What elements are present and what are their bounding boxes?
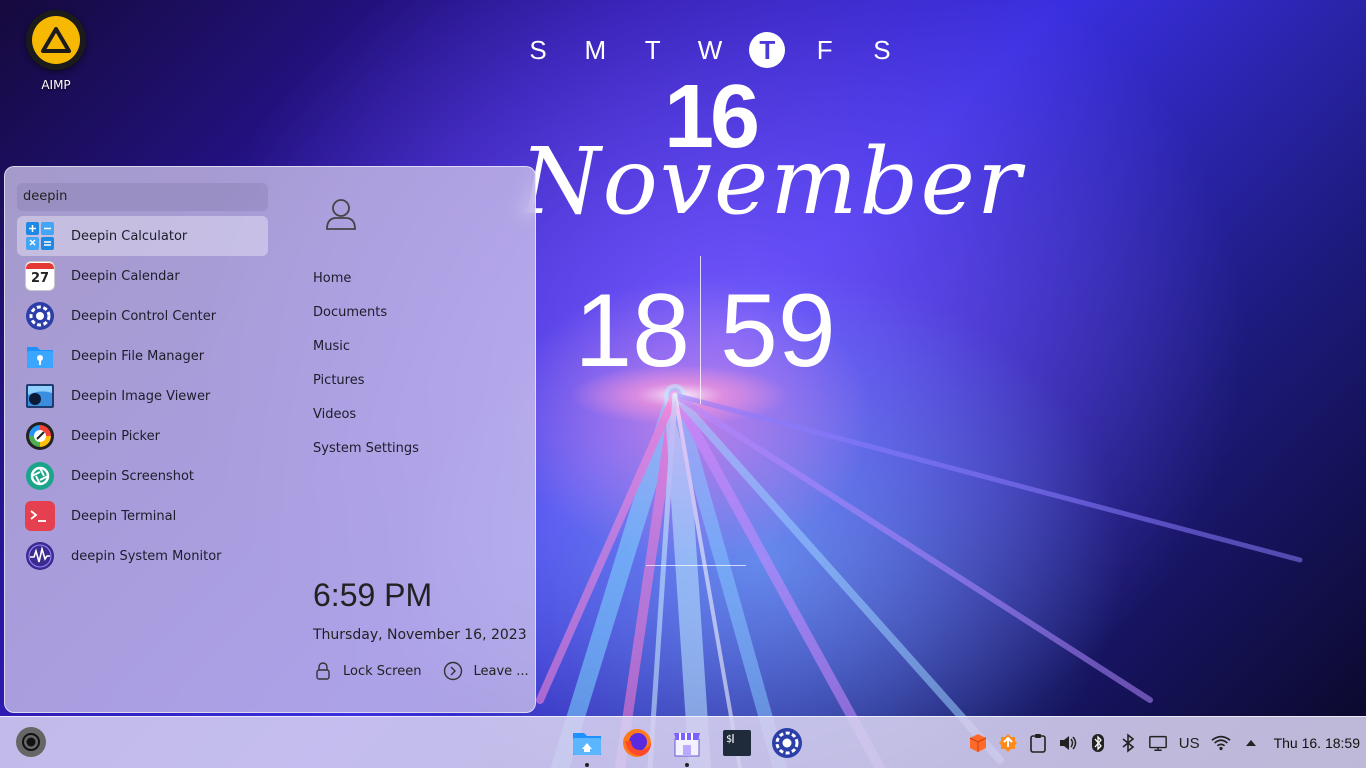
terminal-icon: [25, 501, 55, 531]
svg-text:$: $: [726, 734, 732, 745]
tray-display-icon[interactable]: [1148, 733, 1168, 753]
dock-terminal[interactable]: $: [719, 725, 755, 761]
app-item-deepin-calendar[interactable]: 27 Deepin Calendar: [17, 256, 268, 296]
app-item-label: deepin System Monitor: [71, 548, 222, 564]
tray-wifi-icon[interactable]: [1210, 733, 1231, 753]
app-item-label: Deepin Screenshot: [71, 468, 194, 484]
app-item-label: Deepin Control Center: [71, 308, 217, 324]
app-item-deepin-image-viewer[interactable]: Deepin Image Viewer: [17, 376, 268, 416]
app-item-deepin-picker[interactable]: Deepin Picker: [17, 416, 268, 456]
leave-icon: [444, 661, 463, 681]
lock-screen-button[interactable]: Lock Screen: [313, 661, 421, 681]
control-center-icon: [772, 728, 802, 758]
tray-expand-icon[interactable]: [1241, 733, 1261, 753]
calculator-icon: [25, 221, 55, 251]
keyboard-layout-indicator[interactable]: US: [1179, 735, 1200, 752]
launcher-search-input[interactable]: [17, 183, 268, 211]
app-item-label: Deepin File Manager: [71, 348, 205, 364]
weekday: W: [697, 35, 723, 65]
place-videos[interactable]: Videos: [313, 403, 419, 437]
color-picker-icon: [25, 421, 55, 451]
dock-firefox[interactable]: [619, 725, 655, 761]
app-item-label: Deepin Image Viewer: [71, 388, 211, 404]
app-item-label: Deepin Picker: [71, 428, 160, 444]
app-item-deepin-terminal[interactable]: Deepin Terminal: [17, 496, 268, 536]
place-home[interactable]: Home: [313, 267, 419, 301]
weekday-row: S M T W T F S: [510, 32, 910, 68]
launcher-date: Thursday, November 16, 2023: [313, 627, 527, 643]
widget-time-divider: [700, 256, 701, 404]
app-item-deepin-file-manager[interactable]: Deepin File Manager: [17, 336, 268, 376]
tray-package-icon[interactable]: [968, 733, 988, 753]
tray-clipboard-icon[interactable]: [1028, 733, 1048, 753]
desktop-icon-aimp[interactable]: AIMP: [20, 10, 92, 92]
app-item-label: Deepin Terminal: [71, 508, 177, 524]
desktop-icon-label: AIMP: [41, 78, 71, 92]
place-music[interactable]: Music: [313, 335, 419, 369]
app-launcher: Deepin Calculator 27 Deepin Calendar Dee…: [4, 166, 536, 713]
tray-update-icon[interactable]: [998, 733, 1018, 753]
place-system-settings[interactable]: System Settings: [313, 437, 419, 471]
weekday: S: [873, 35, 891, 65]
places-list: Home Documents Music Pictures Videos Sys…: [313, 267, 419, 471]
tray-bluetooth-toggle-icon[interactable]: [1118, 733, 1138, 753]
place-pictures[interactable]: Pictures: [313, 369, 419, 403]
leave-button[interactable]: Leave ...: [443, 661, 529, 681]
taskbar-clock[interactable]: Thu 16. 18:59: [1274, 735, 1360, 751]
screenshot-icon: [25, 461, 55, 491]
widget-hours: 18: [574, 273, 690, 389]
weekday: F: [816, 35, 833, 65]
calendar-icon-day: 27: [30, 271, 50, 286]
calendar-icon: 27: [25, 261, 55, 291]
dock: $: [562, 725, 812, 767]
user-avatar-icon[interactable]: [319, 191, 363, 235]
taskbar: $ US Thu 16. 18:59: [0, 716, 1366, 768]
launcher-button[interactable]: [16, 727, 46, 757]
app-item-label: Deepin Calculator: [71, 228, 188, 244]
app-item-deepin-system-monitor[interactable]: deepin System Monitor: [17, 536, 268, 576]
dock-file-manager[interactable]: [569, 725, 605, 767]
widget-underline: [646, 565, 746, 566]
file-manager-icon: [573, 733, 601, 755]
system-monitor-icon: [25, 541, 55, 571]
weekday-today: T: [749, 32, 786, 68]
lock-screen-label: Lock Screen: [343, 663, 422, 679]
app-item-label: Deepin Calendar: [71, 268, 180, 284]
app-list: Deepin Calculator 27 Deepin Calendar Dee…: [17, 216, 268, 576]
aimp-icon: [26, 10, 86, 70]
dock-control-center[interactable]: [769, 725, 805, 761]
app-store-icon: [674, 733, 700, 757]
running-indicator: [585, 763, 589, 767]
running-indicator: [685, 763, 689, 767]
app-item-deepin-control-center[interactable]: Deepin Control Center: [17, 296, 268, 336]
widget-minutes: 59: [720, 273, 836, 389]
tray-volume-icon[interactable]: [1058, 733, 1078, 753]
launcher-time: 6:59 PM: [313, 577, 433, 613]
weekday: S: [529, 35, 547, 65]
app-item-deepin-screenshot[interactable]: Deepin Screenshot: [17, 456, 268, 496]
power-row: Lock Screen Leave ...: [313, 661, 551, 681]
dock-app-store[interactable]: [669, 725, 705, 767]
app-item-deepin-calculator[interactable]: Deepin Calculator: [17, 216, 268, 256]
lock-icon: [316, 662, 330, 680]
leave-label: Leave ...: [473, 663, 529, 679]
terminal-icon: $: [723, 730, 751, 756]
tray-bluetooth-icon[interactable]: [1088, 733, 1108, 753]
launcher-right-pane: Home Documents Music Pictures Videos Sys…: [305, 167, 537, 712]
weekday: T: [644, 35, 661, 65]
weekday: M: [584, 35, 607, 65]
control-center-icon: [25, 301, 55, 331]
firefox-icon: [623, 729, 651, 757]
launcher-icon: [22, 733, 40, 751]
file-manager-icon: [25, 341, 55, 371]
system-tray: US Thu 16. 18:59: [963, 731, 1360, 755]
image-viewer-icon: [25, 381, 55, 411]
widget-month: November: [520, 128, 1023, 235]
place-documents[interactable]: Documents: [313, 301, 419, 335]
